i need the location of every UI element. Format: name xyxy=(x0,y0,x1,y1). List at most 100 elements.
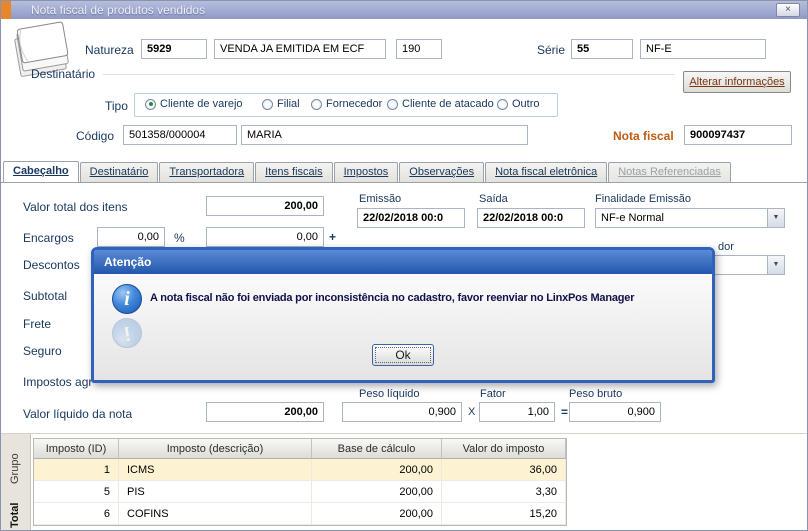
tab-destinatario[interactable]: Destinatário xyxy=(80,162,159,182)
natureza-desc-field[interactable]: VENDA JA EMITIDA EM ECF xyxy=(214,39,386,59)
cell-imposto-id: 5 xyxy=(34,481,119,502)
radio-icon xyxy=(497,99,508,110)
finalidade-emissao-label: Finalidade Emissão xyxy=(595,193,691,205)
saida-field[interactable]: 22/02/2018 00:0 xyxy=(477,208,585,228)
tab-impostos[interactable]: Impostos xyxy=(334,162,399,182)
peso-bruto-field[interactable]: 0,900 xyxy=(569,402,661,422)
peso-liquido-field[interactable]: 0,900 xyxy=(342,402,462,422)
radio-label: Cliente de varejo xyxy=(160,98,243,110)
subtotal-label: Subtotal xyxy=(23,289,67,303)
equals-sign: = xyxy=(561,405,568,419)
tab-nota-fiscal-eletronica[interactable]: Nota fiscal eletrônica xyxy=(485,162,607,182)
valor-liquido-label: Valor líquido da nota xyxy=(23,407,132,421)
destinatario-group-label: Destinatário xyxy=(31,67,95,81)
peso-bruto-label: Peso bruto xyxy=(569,388,622,400)
natureza-code-field[interactable]: 5929 xyxy=(141,39,207,59)
serie-label: Série xyxy=(537,43,565,57)
vertical-tab-total[interactable]: Total xyxy=(9,498,21,531)
dialog-body: i i A nota fiscal não foi enviada por in… xyxy=(94,274,712,380)
dialog-title-bar[interactable]: Atenção xyxy=(94,250,712,274)
impostos-agregados-label: Impostos agr xyxy=(23,375,92,389)
fator-label: Fator xyxy=(480,388,506,400)
partial-label: dor xyxy=(718,241,734,253)
serie-field[interactable]: 55 xyxy=(571,39,633,59)
cell-imposto-descricao: COFINS xyxy=(119,503,312,524)
cell-valor-imposto: 3,30 xyxy=(442,481,566,502)
tipo-label: Tipo xyxy=(105,99,128,113)
valor-total-itens-field[interactable]: 200,00 xyxy=(206,196,324,216)
emissao-field[interactable]: 22/02/2018 00:0 xyxy=(357,208,465,228)
cell-imposto-id: 6 xyxy=(34,503,119,524)
tab-bar: Cabeçalho Destinatário Transportadora It… xyxy=(3,162,732,182)
codigo-field[interactable]: 501358/000004 xyxy=(123,125,237,145)
serie-model-field[interactable]: NF-E xyxy=(640,39,766,59)
radio-label: Filial xyxy=(277,98,300,110)
table-row[interactable]: 5 PIS 200,00 3,30 xyxy=(34,481,566,503)
column-header-imposto-descricao[interactable]: Imposto (descrição) xyxy=(119,439,312,458)
window-accent xyxy=(1,1,11,19)
natureza-num-field[interactable]: 190 xyxy=(396,39,442,59)
valor-total-itens-label: Valor total dos itens xyxy=(23,200,128,214)
vertical-tab-grupo[interactable]: Grupo xyxy=(9,441,21,496)
impostos-table: Imposto (ID) Imposto (descrição) Base de… xyxy=(33,438,567,526)
codigo-label: Código xyxy=(76,129,114,143)
cell-base-calculo: 200,00 xyxy=(312,503,442,524)
table-row[interactable]: 6 COFINS 200,00 15,20 xyxy=(34,503,566,525)
descontos-label: Descontos xyxy=(23,258,80,272)
chevron-down-icon[interactable]: ▼ xyxy=(767,209,784,227)
radio-label: Outro xyxy=(512,98,540,110)
radio-label: Cliente de atacado xyxy=(402,98,494,110)
natureza-label: Natureza xyxy=(85,43,134,57)
cell-base-calculo: 200,00 xyxy=(312,459,442,480)
column-header-imposto-id[interactable]: Imposto (ID) xyxy=(34,439,119,458)
app-window: Nota fiscal de produtos vendidos × Natur… xyxy=(0,0,808,531)
finalidade-emissao-value: NF-e Normal xyxy=(601,212,664,224)
fator-field[interactable]: 1,00 xyxy=(479,402,555,422)
tab-transportadora[interactable]: Transportadora xyxy=(159,162,254,182)
chevron-down-icon[interactable]: ▼ xyxy=(767,256,784,274)
nota-fiscal-field[interactable]: 900097437 xyxy=(684,125,792,145)
column-header-valor-imposto[interactable]: Valor do imposto xyxy=(442,439,566,458)
tab-observacoes[interactable]: Observações xyxy=(399,162,484,182)
window-title: Nota fiscal de produtos vendidos xyxy=(31,3,205,17)
dialog-message: A nota fiscal não foi enviada por incons… xyxy=(150,292,634,304)
percent-sign: % xyxy=(174,231,185,245)
group-divider xyxy=(103,74,675,75)
radio-selected-icon xyxy=(145,99,156,110)
radio-icon xyxy=(262,99,273,110)
radio-label: Fornecedor xyxy=(326,98,382,110)
tab-panel-border xyxy=(1,182,808,183)
radio-filial[interactable]: Filial xyxy=(262,98,300,110)
cell-imposto-id: 1 xyxy=(34,459,119,480)
radio-outro[interactable]: Outro xyxy=(497,98,540,110)
multiply-sign: X xyxy=(468,406,475,418)
radio-icon xyxy=(311,99,322,110)
close-icon[interactable]: × xyxy=(776,3,800,17)
info-icon-reflection: i xyxy=(112,318,142,348)
tab-cabecalho[interactable]: Cabeçalho xyxy=(3,161,79,182)
encargos-value-field[interactable]: 0,00 xyxy=(206,227,324,247)
ok-button[interactable]: Ok xyxy=(372,344,434,366)
tab-notas-referenciadas[interactable]: Notas Referenciadas xyxy=(608,162,731,182)
radio-cliente-de-atacado[interactable]: Cliente de atacado xyxy=(387,98,494,110)
info-icon: i xyxy=(112,284,142,314)
radio-fornecedor[interactable]: Fornecedor xyxy=(311,98,382,110)
cell-imposto-descricao: PIS xyxy=(119,481,312,502)
radio-icon xyxy=(387,99,398,110)
cell-valor-imposto: 15,20 xyxy=(442,503,566,524)
tipo-radio-group: Cliente de varejo Filial Fornecedor Clie… xyxy=(134,93,558,117)
seguro-label: Seguro xyxy=(23,344,62,358)
tab-itens-fiscais[interactable]: Itens fiscais xyxy=(255,162,332,182)
valor-liquido-field[interactable]: 200,00 xyxy=(206,402,324,422)
encargos-percent-field[interactable]: 0,00 xyxy=(97,227,165,247)
cell-imposto-descricao: ICMS xyxy=(119,459,312,480)
column-header-base-calculo[interactable]: Base de cálculo xyxy=(312,439,442,458)
cliente-nome-field[interactable]: MARIA xyxy=(241,125,528,145)
title-bar: Nota fiscal de produtos vendidos × xyxy=(1,1,808,19)
table-row[interactable]: 1 ICMS 200,00 36,00 xyxy=(34,459,566,481)
attention-dialog: Atenção i i A nota fiscal não foi enviad… xyxy=(91,247,715,383)
radio-cliente-de-varejo[interactable]: Cliente de varejo xyxy=(145,98,243,110)
finalidade-emissao-select[interactable]: NF-e Normal ▼ xyxy=(595,208,785,228)
table-header-row: Imposto (ID) Imposto (descrição) Base de… xyxy=(34,439,566,459)
alterar-informacoes-button[interactable]: Alterar informações xyxy=(683,71,791,93)
